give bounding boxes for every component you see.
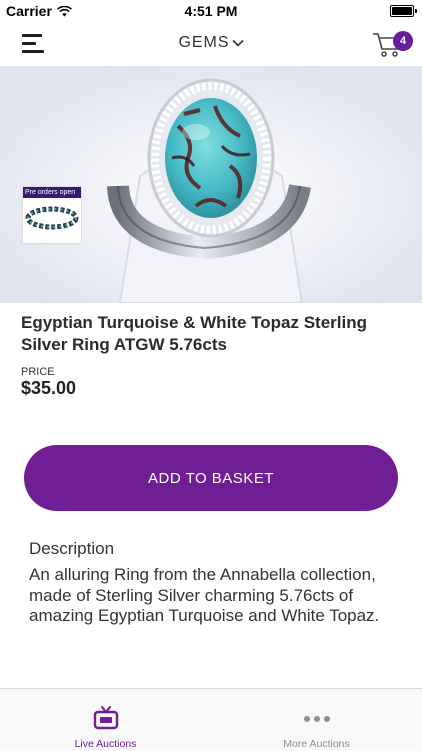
tv-icon <box>0 705 211 731</box>
ring-illustration <box>0 66 422 303</box>
category-title: GEMS <box>178 34 230 52</box>
category-selector[interactable]: GEMS <box>0 34 422 52</box>
price-label: PRICE <box>21 366 55 378</box>
product-image[interactable]: Pre orders open <box>0 66 422 303</box>
description-heading: Description <box>29 539 115 558</box>
tab-label-more-auctions: More Auctions <box>283 738 350 750</box>
ring-thumbnail-image <box>25 206 79 230</box>
status-bar: Carrier 4:51 PM <box>0 0 422 22</box>
add-to-basket-button[interactable]: ADD TO BASKET <box>24 445 398 511</box>
status-time: 4:51 PM <box>184 3 238 19</box>
battery-icon <box>390 5 417 17</box>
preorder-tag: Pre orders open <box>23 187 81 198</box>
price-value: $35.00 <box>21 378 77 398</box>
chevron-down-icon <box>231 34 244 52</box>
description-body: An alluring Ring from the Annabella coll… <box>29 565 380 625</box>
navigation-bar: GEMS <box>0 22 422 67</box>
more-dots-icon <box>211 715 422 723</box>
preorder-thumbnail[interactable]: Pre orders open <box>22 186 82 244</box>
product-title: Egyptian Turquoise & White Topaz Sterlin… <box>21 313 367 354</box>
tab-bar: Live Auctions More Auctions <box>0 688 422 751</box>
tab-live-auctions[interactable]: Live Auctions <box>0 689 211 751</box>
cart-count-badge: 4 <box>393 31 413 51</box>
tab-label-live-auctions: Live Auctions <box>74 738 137 750</box>
tab-more-auctions[interactable]: More Auctions <box>211 689 422 751</box>
